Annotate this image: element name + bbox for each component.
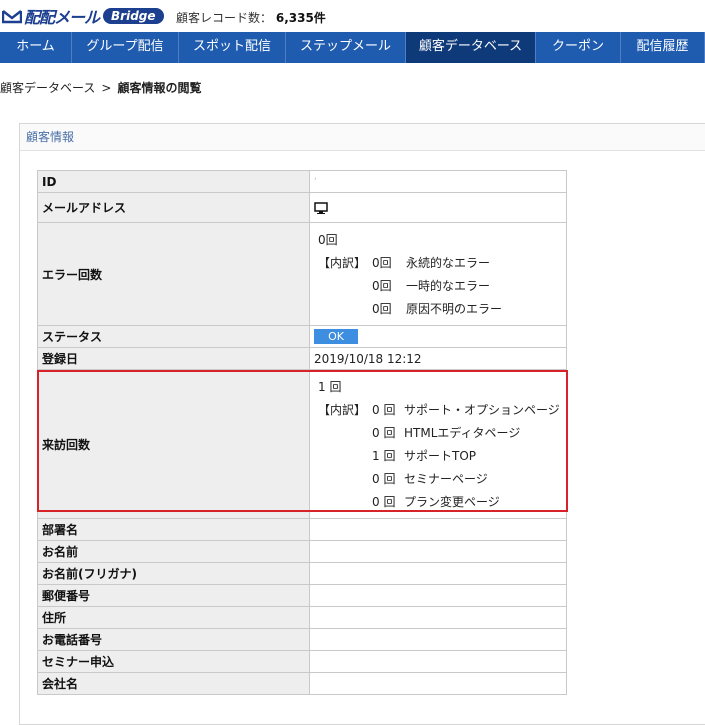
record-count: 顧客レコード数： 6,335件 <box>176 9 326 26</box>
table-row: 会社名 <box>37 672 567 695</box>
nav-customer-database[interactable]: 顧客データベース <box>406 32 536 63</box>
row-label-department: 部署名 <box>37 518 310 541</box>
row-label-name-kana: お名前(フリガナ) <box>37 562 310 585</box>
logo-text: 配配メール <box>24 8 100 27</box>
visit-count: 0 回 <box>372 426 396 440</box>
table-row: メールアドレス <box>37 192 567 223</box>
table-row: 部署名 <box>37 518 567 541</box>
row-label-name: お名前 <box>37 540 310 563</box>
row-label-company: 会社名 <box>37 672 310 695</box>
mail-logo-icon <box>2 10 22 24</box>
table-row: 登録日 2019/10/18 12:12 <box>37 347 567 370</box>
row-label-phone: お電話番号 <box>37 628 310 651</box>
row-label-registered: 登録日 <box>37 347 310 370</box>
row-label-status: ステータス <box>37 325 310 348</box>
visit-page: HTMLエディタページ <box>404 426 521 440</box>
row-value-department <box>309 518 567 541</box>
nav-spot-delivery[interactable]: スポット配信 <box>179 32 286 63</box>
table-row: お名前(フリガナ) <box>37 562 567 585</box>
nav-group-delivery[interactable]: グループ配信 <box>72 32 179 63</box>
row-value-phone <box>309 628 567 651</box>
breadcrumb-parent[interactable]: 顧客データベース <box>0 81 95 95</box>
row-label-seminar: セミナー申込 <box>37 650 310 673</box>
logo[interactable]: 配配メール Bridge <box>2 6 164 27</box>
table-row: ステータス OK <box>37 325 567 348</box>
visits-total: 1 回 <box>318 380 342 394</box>
row-value-visits: 1 回 【内訳】 0 回サポート・オプションページ 0 回 HTMLエディタページ … <box>309 369 567 519</box>
monitor-icon[interactable] <box>314 202 328 214</box>
visit-page: プラン変更ページ <box>404 495 500 509</box>
table-row: 来訪回数 1 回 【内訳】 0 回サポート・オプションページ 0 回 HTMLエディ… <box>37 369 567 519</box>
row-value-postal <box>309 584 567 607</box>
table-row: ID ' <box>37 170 567 193</box>
row-label-address: 住所 <box>37 606 310 629</box>
error-count: 0回 <box>372 256 392 270</box>
table-row: 住所 <box>37 606 567 629</box>
visit-count: 0 回 <box>372 403 396 417</box>
logo-badge: Bridge <box>103 8 164 24</box>
table-row: お電話番号 <box>37 628 567 651</box>
panel-title: 顧客情報 <box>20 124 705 151</box>
record-count-value: 6,335件 <box>275 11 326 25</box>
status-ok-button[interactable]: OK <box>314 329 358 344</box>
row-value-company <box>309 672 567 695</box>
row-label-postal: 郵便番号 <box>37 584 310 607</box>
error-count: 0回 <box>372 279 392 293</box>
row-value-errors: 0回 【内訳】 0回 永続的なエラー 0回 一時的なエラー 0回 原因不明のエラー <box>309 222 567 326</box>
row-value-status: OK <box>309 325 567 348</box>
visit-count: 1 回 <box>372 449 396 463</box>
row-label-visits: 来訪回数 <box>37 369 310 519</box>
visit-count: 0 回 <box>372 472 396 486</box>
row-value-id: ' <box>309 170 567 193</box>
nav-delivery-history[interactable]: 配信履歴 <box>621 32 705 63</box>
row-label-id: ID <box>37 170 310 193</box>
error-type: 原因不明のエラー <box>406 302 503 316</box>
errors-total: 0回 <box>318 233 338 247</box>
row-value-address <box>309 606 567 629</box>
visit-page: サポート・オプションページ <box>404 403 560 417</box>
error-type: 永続的なエラー <box>406 256 491 270</box>
nav-step-mail[interactable]: ステップメール <box>286 32 406 63</box>
visit-page: サポートTOP <box>404 449 477 463</box>
table-row: 郵便番号 <box>37 584 567 607</box>
breadcrumb: 顧客データベース > 顧客情報の閲覧 <box>0 79 201 96</box>
breadcrumb-separator: > <box>101 81 112 95</box>
visit-count: 0 回 <box>372 495 396 509</box>
top-bar: 配配メール Bridge 顧客レコード数： 6,335件 <box>0 0 705 32</box>
visits-breakdown-label: 【内訳】 <box>318 403 367 417</box>
row-value-registered: 2019/10/18 12:12 <box>309 347 567 370</box>
row-value-seminar <box>309 650 567 673</box>
visit-page: セミナーページ <box>404 472 488 486</box>
table-row: エラー回数 0回 【内訳】 0回 永続的なエラー 0回 一時的なエラー 0回 原因不明の… <box>37 222 567 326</box>
nav-home[interactable]: ホーム <box>0 32 72 63</box>
customer-info-table: ID ' メールアドレス エラー回数 0回 【内訳】 0回 永続的なエラー 0回 一時… <box>37 170 567 695</box>
row-value-email <box>309 192 567 223</box>
error-count: 0回 <box>372 302 392 316</box>
table-row: お名前 <box>37 540 567 563</box>
record-count-label: 顧客レコード数： <box>176 11 273 25</box>
breadcrumb-current: 顧客情報の閲覧 <box>117 81 202 95</box>
table-row: セミナー申込 <box>37 650 567 673</box>
error-type: 一時的なエラー <box>406 279 491 293</box>
row-label-errors: エラー回数 <box>37 222 310 326</box>
row-value-name <box>309 540 567 563</box>
row-value-name-kana <box>309 562 567 585</box>
errors-breakdown-label: 【内訳】 <box>318 256 367 270</box>
main-nav: ホーム グループ配信 スポット配信 ステップメール 顧客データベース クーポン … <box>0 32 705 63</box>
nav-coupon[interactable]: クーポン <box>536 32 621 63</box>
row-label-email: メールアドレス <box>37 192 310 223</box>
